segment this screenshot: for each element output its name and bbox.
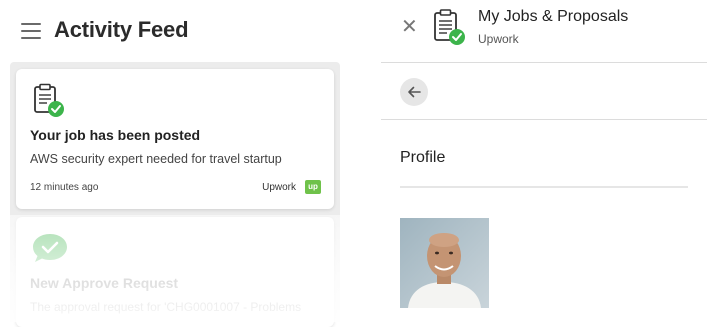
upwork-logo-icon: up: [305, 180, 321, 194]
activity-feed-panel: Activity Feed Your job has been posted A…: [0, 0, 350, 327]
divider: [381, 119, 707, 120]
card-source: Upwork: [262, 182, 296, 193]
back-button[interactable]: [400, 78, 428, 106]
feed-card-job-posted[interactable]: Your job has been posted AWS security ex…: [16, 69, 334, 209]
page-title: Activity Feed: [54, 17, 189, 42]
activity-feed-header: Activity Feed: [0, 0, 350, 62]
menu-icon[interactable]: [21, 23, 41, 39]
card-description: AWS security expert needed for travel st…: [30, 152, 282, 166]
card-title: New Approve Request: [30, 275, 179, 291]
chat-check-icon: [30, 231, 70, 270]
card-title: Your job has been posted: [30, 127, 201, 143]
card-description: The approval request for 'CHG0001007 - P…: [30, 300, 302, 314]
clipboard-check-icon: [30, 83, 66, 124]
card-timestamp: 12 minutes ago: [30, 182, 99, 193]
jobs-proposals-panel: ✕ My Jobs & Proposals Upwork Profile: [381, 0, 707, 322]
clipboard-check-icon: [431, 8, 467, 51]
close-icon[interactable]: ✕: [401, 17, 418, 37]
panel-subtitle: Upwork: [478, 32, 519, 46]
arrow-left-icon: [408, 86, 421, 98]
profile-photo: [400, 218, 489, 308]
panel-title: My Jobs & Proposals: [478, 8, 629, 25]
divider: [381, 62, 707, 63]
section-title: Profile: [400, 149, 446, 166]
divider: [400, 186, 688, 188]
feed-card-approve-request[interactable]: New Approve Request The approval request…: [16, 217, 334, 327]
